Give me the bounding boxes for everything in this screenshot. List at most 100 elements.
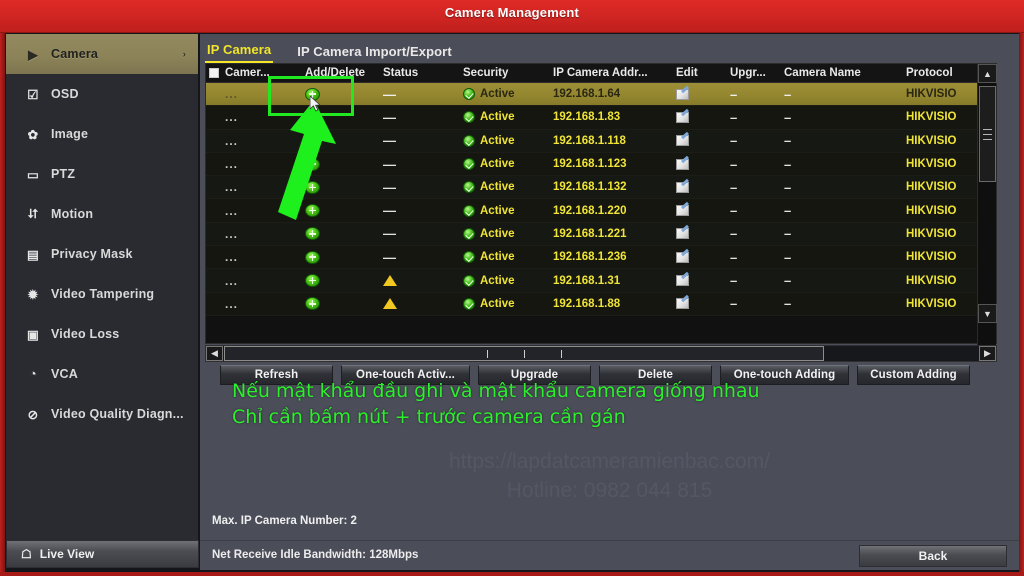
refresh-button[interactable]: Refresh [220, 365, 333, 385]
edit-icon[interactable] [676, 158, 689, 170]
edit-icon[interactable] [676, 251, 689, 263]
column-header-upgrade[interactable]: Upgr... [730, 64, 786, 82]
cell-add-delete[interactable] [305, 199, 387, 221]
table-row[interactable]: ... — Active 192.168.1.64 – – HIKVISIO [206, 83, 996, 107]
sidebar-item-image[interactable]: ✿ Image [6, 114, 198, 154]
tab-ip-camera[interactable]: IP Camera [205, 40, 274, 63]
sidebar-item-motion[interactable]: ⮃ Motion [6, 194, 198, 234]
edit-icon[interactable] [676, 205, 689, 217]
edit-icon[interactable] [676, 88, 689, 100]
cell-add-delete[interactable] [305, 106, 387, 128]
cell-camera: ... [225, 199, 303, 221]
live-view-button[interactable]: ☖ Live View [6, 540, 199, 568]
edit-icon[interactable] [676, 135, 689, 147]
add-camera-icon[interactable] [305, 250, 320, 264]
edit-icon[interactable] [676, 275, 689, 287]
cell-edit[interactable] [676, 223, 724, 245]
edit-icon[interactable] [676, 228, 689, 240]
status-dash-icon: — [383, 249, 396, 265]
column-header-security[interactable]: Security [463, 64, 563, 82]
table-row[interactable]: ... — Active 192.168.1.83 – – HIKVISIO [206, 106, 996, 130]
cell-edit[interactable] [676, 153, 724, 175]
sidebar-item-label: Image [51, 127, 89, 141]
add-camera-icon[interactable] [305, 87, 320, 101]
column-header-ip-address[interactable]: IP Camera Addr... [553, 64, 683, 82]
add-camera-icon[interactable] [305, 180, 320, 194]
security-status-label: Active [480, 251, 515, 264]
active-check-icon [463, 204, 475, 217]
horizontal-scroll-thumb[interactable] [224, 346, 824, 361]
column-header-camera-name[interactable]: Camera Name [784, 64, 906, 82]
cell-edit[interactable] [676, 199, 724, 221]
sidebar-item-video-quality-diagn[interactable]: ⊘ Video Quality Diagn... [6, 394, 198, 434]
add-camera-icon[interactable] [305, 297, 320, 311]
select-all-checkbox[interactable] [209, 64, 223, 82]
back-button[interactable]: Back [859, 545, 1007, 567]
cell-edit[interactable] [676, 176, 724, 198]
table-row[interactable]: ... — Active 192.168.1.123 – – HIKVISIO [206, 152, 996, 177]
cell-edit[interactable] [676, 130, 724, 152]
one-touch-activ-button[interactable]: One-touch Activ... [341, 365, 470, 385]
scroll-right-button[interactable]: ▶ [979, 346, 996, 361]
vertical-scrollbar[interactable]: ▲ ▼ [977, 64, 997, 345]
cell-add-delete[interactable] [305, 153, 387, 175]
protocol-label: HIKVISIO [906, 111, 957, 124]
scroll-left-button[interactable]: ◀ [206, 346, 223, 361]
add-camera-icon[interactable] [305, 227, 320, 241]
column-header-camera[interactable]: Camer... [225, 64, 303, 82]
sidebar-item-vca[interactable]: ◔ VCA [6, 354, 198, 394]
column-header-edit[interactable]: Edit [676, 64, 724, 82]
camera-table: Camer... Add/Delete Status Security IP C… [205, 63, 997, 345]
table-row[interactable]: ... Active 192.168.1.88 – – HIKVISIO [206, 292, 996, 316]
tab-ip-camera-import-export[interactable]: IP Camera Import/Export [295, 42, 454, 63]
cell-add-delete[interactable] [305, 246, 387, 268]
edit-icon[interactable] [676, 298, 689, 310]
edit-icon[interactable] [676, 111, 689, 123]
upgrade-value: – [730, 86, 738, 102]
sidebar-item-osd[interactable]: ☑ OSD [6, 74, 198, 114]
sidebar-item-ptz[interactable]: ▭ PTZ [6, 154, 198, 194]
column-header-protocol[interactable]: Protocol [906, 64, 988, 82]
cell-add-delete[interactable] [305, 269, 387, 291]
sidebar-item-video-tampering[interactable]: ✹ Video Tampering [6, 274, 198, 314]
ip-address-label: 192.168.1.123 [553, 158, 627, 171]
cell-add-delete[interactable] [305, 293, 387, 315]
horizontal-scrollbar[interactable]: ◀ ▶ [205, 345, 997, 362]
sidebar-item-video-loss[interactable]: ▣ Video Loss [6, 314, 198, 354]
delete-button[interactable]: Delete [599, 365, 712, 385]
sidebar-item-camera[interactable]: ▶ Camera › [6, 34, 198, 74]
cell-add-delete[interactable] [305, 176, 387, 198]
scroll-down-button[interactable]: ▼ [978, 304, 997, 323]
cell-edit[interactable] [676, 246, 724, 268]
upgrade-value: – [730, 133, 738, 149]
cell-edit[interactable] [676, 106, 724, 128]
add-camera-icon[interactable] [305, 110, 320, 124]
column-header-status[interactable]: Status [383, 64, 461, 82]
cell-ip-address: 192.168.1.220 [553, 199, 683, 221]
cell-add-delete[interactable] [305, 130, 387, 152]
add-camera-icon[interactable] [305, 157, 320, 171]
table-row[interactable]: ... — Active 192.168.1.132 – – HIKVISIO [206, 176, 996, 200]
table-row[interactable]: ... — Active 192.168.1.220 – – HIKVISIO [206, 199, 996, 223]
vertical-scroll-thumb[interactable] [979, 86, 996, 182]
sidebar-item-privacy-mask[interactable]: ▤ Privacy Mask [6, 234, 198, 274]
add-camera-icon[interactable] [305, 274, 320, 288]
table-row[interactable]: ... — Active 192.168.1.221 – – HIKVISIO [206, 222, 996, 247]
cell-add-delete[interactable] [305, 83, 387, 105]
add-camera-icon[interactable] [305, 204, 320, 218]
one-touch-adding-button[interactable]: One-touch Adding [720, 365, 849, 385]
table-row[interactable]: ... — Active 192.168.1.236 – – HIKVISIO [206, 246, 996, 270]
scroll-up-button[interactable]: ▲ [978, 64, 997, 83]
cell-edit[interactable] [676, 269, 724, 291]
upgrade-button[interactable]: Upgrade [478, 365, 591, 385]
cell-edit[interactable] [676, 293, 724, 315]
table-row[interactable]: ... — Active 192.168.1.118 – – HIKVISIO [206, 129, 996, 153]
cell-edit[interactable] [676, 83, 724, 105]
cell-add-delete[interactable] [305, 223, 387, 245]
column-header-add-delete[interactable]: Add/Delete [305, 64, 387, 82]
table-row[interactable]: ... Active 192.168.1.31 – – HIKVISIO [206, 269, 996, 293]
edit-icon[interactable] [676, 181, 689, 193]
cell-upgrade: – [730, 176, 786, 198]
add-camera-icon[interactable] [305, 134, 320, 148]
custom-adding-button[interactable]: Custom Adding [857, 365, 970, 385]
